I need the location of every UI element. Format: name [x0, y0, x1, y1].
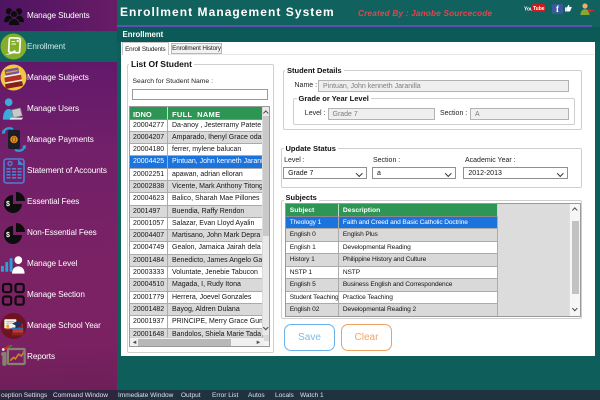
svg-text:$: $: [6, 232, 10, 239]
svg-text:Tube: Tube: [533, 6, 545, 12]
svg-text:$: $: [6, 201, 10, 208]
svg-text:You: You: [524, 6, 533, 12]
